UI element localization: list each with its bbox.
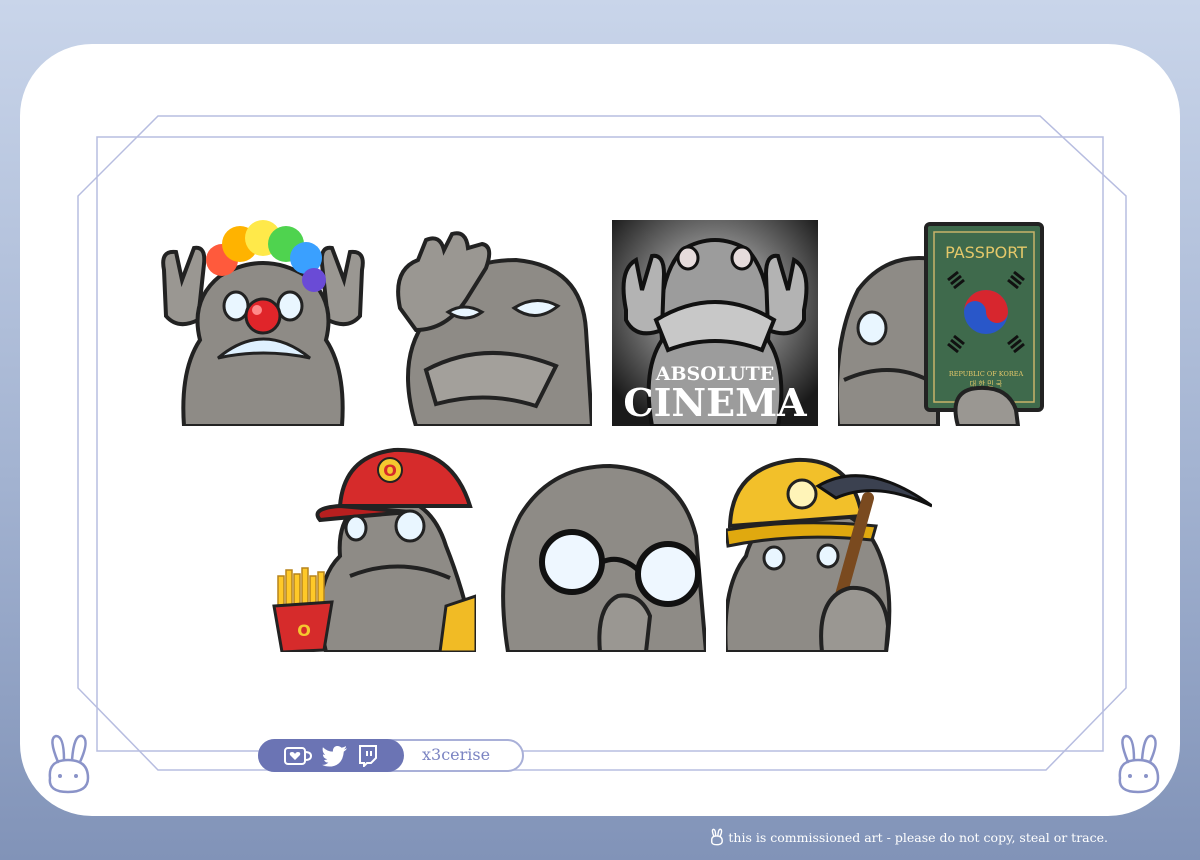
emote-absolute-cinema: ABSOLUTE CINEMA <box>612 220 818 426</box>
ko-fi-icon[interactable] <box>283 745 313 767</box>
twitter-icon[interactable] <box>321 745 349 767</box>
emote-clown <box>160 220 366 426</box>
twitch-icon[interactable] <box>357 744 379 767</box>
copyright-note: this is commissioned art - please do not… <box>709 828 1108 846</box>
emote-fries: O O <box>270 446 476 652</box>
social-icons-group <box>258 739 404 772</box>
emote-glasses <box>500 446 706 652</box>
copyright-text: this is commissioned art - please do not… <box>728 829 1108 845</box>
social-links-bar: x3cerise <box>258 739 524 772</box>
passport-title: PASSPORT <box>945 243 1027 262</box>
passport-country: REPUBLIC OF KOREA <box>949 370 1024 378</box>
emote-salute <box>386 220 592 426</box>
cinema-caption-line2: CINEMA <box>623 380 807 425</box>
cap-letter: O <box>383 461 397 480</box>
fries-box-letter: O <box>297 621 311 640</box>
content-card <box>20 44 1180 816</box>
bunny-right-icon <box>1118 734 1160 794</box>
bunny-left-icon <box>48 734 90 794</box>
emote-miner <box>726 446 932 652</box>
emote-passport: PASSPORT REPUBLIC OF KOREA 대 한 민 국 <box>838 220 1044 426</box>
artist-handle: x3cerise <box>422 745 491 764</box>
bunny-small-icon <box>711 828 724 846</box>
